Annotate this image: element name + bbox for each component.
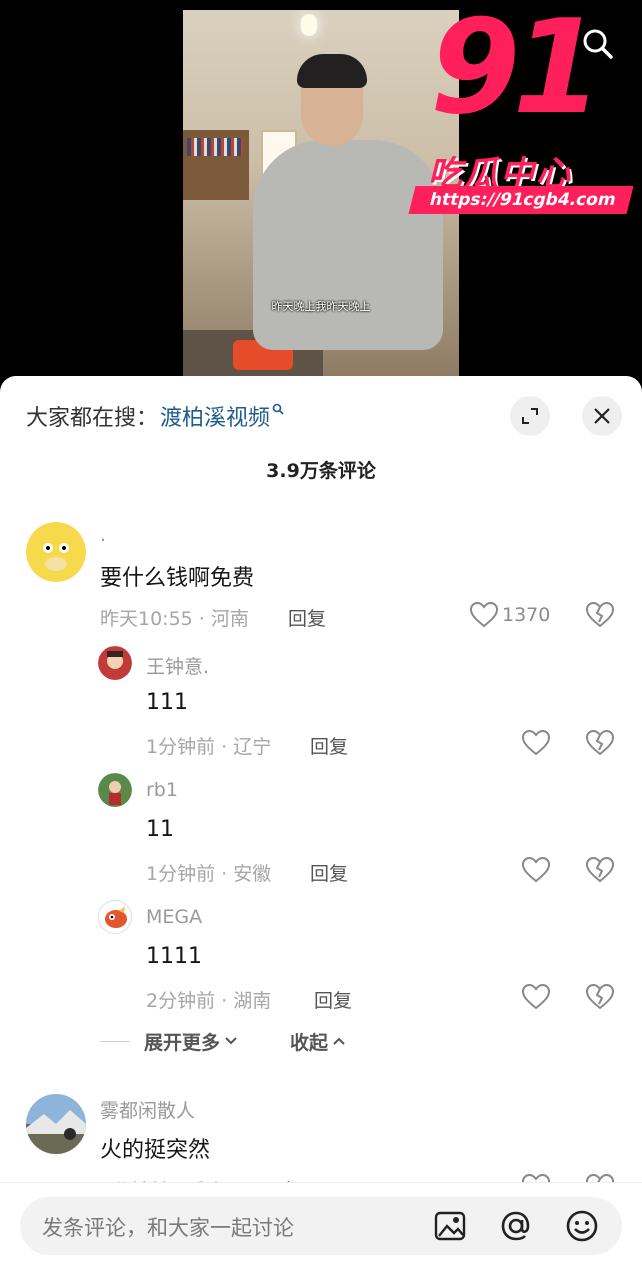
chevron-down-icon: [225, 1037, 237, 1045]
like-count: 1370: [502, 604, 551, 626]
comment-meta: 1分钟前 · 辽宁: [146, 736, 272, 758]
collapse-label: 收起: [290, 1031, 329, 1054]
close-button[interactable]: [582, 396, 622, 436]
comment-meta: 2分钟前 · 湖南: [146, 990, 272, 1012]
reply-button[interactable]: 回复: [310, 859, 348, 886]
at-icon[interactable]: [498, 1208, 534, 1244]
comment-count: 3.9万条评论: [266, 460, 376, 482]
avatar[interactable]: [26, 522, 86, 582]
comment-username[interactable]: 雾都闲散人: [100, 1096, 195, 1123]
comment-username[interactable]: MEGA: [146, 906, 202, 928]
comment-text: 111: [146, 690, 188, 715]
reply-button[interactable]: 回复: [314, 986, 352, 1013]
comment-meta: 1分钟前 · 安徽: [146, 863, 272, 885]
comment-input-placeholder: 发条评论，和大家一起讨论: [42, 1216, 294, 1240]
heart-icon[interactable]: [521, 983, 552, 1014]
comment-username[interactable]: rb1: [146, 779, 178, 801]
avatar[interactable]: [98, 646, 132, 680]
comment-input[interactable]: 发条评论，和大家一起讨论: [20, 1197, 622, 1255]
heart-icon[interactable]: [521, 729, 552, 760]
broken-heart-icon[interactable]: [585, 729, 616, 760]
comment-username[interactable]: 王钟意.: [146, 652, 209, 679]
reply-button[interactable]: 回复: [310, 732, 348, 759]
ceiling-light: [301, 14, 317, 36]
comment-meta: 昨天10:55 · 河南: [100, 608, 249, 630]
like-button[interactable]: 1370: [470, 602, 550, 628]
heart-icon: [470, 602, 498, 628]
reply-button[interactable]: 回复: [288, 604, 326, 631]
expand-more-button[interactable]: 展开更多: [144, 1028, 238, 1055]
broken-heart-icon[interactable]: [585, 983, 616, 1014]
expand-button[interactable]: [510, 396, 550, 436]
expand-icon: [522, 408, 538, 424]
small-search-icon: [272, 403, 284, 419]
comment-text: 要什么钱啊免费: [100, 566, 255, 591]
video-player[interactable]: 昨天晚上我昨天晚上 91 吃瓜中心 https://91cgb4.com: [0, 0, 642, 400]
broken-heart-icon[interactable]: [585, 856, 616, 887]
expand-more-label: 展开更多: [144, 1031, 221, 1054]
thread-controls: 展开更多 收起: [100, 1028, 346, 1054]
trending-search[interactable]: 大家都在搜： 渡柏溪视频: [26, 398, 284, 434]
avatar[interactable]: [98, 773, 132, 807]
comment-input-bar: 发条评论，和大家一起讨论: [0, 1182, 642, 1280]
avatar[interactable]: [98, 900, 132, 934]
comment-text: 11: [146, 817, 174, 842]
search-icon[interactable]: [578, 24, 618, 64]
thread-divider: [100, 1040, 130, 1042]
watermark-number: 91: [430, 0, 603, 143]
collapse-button[interactable]: 收起: [290, 1028, 346, 1055]
comment-sheet: 大家都在搜： 渡柏溪视频 3.9万条评论 . 要什么钱啊免费 昨天10:55 ·…: [0, 376, 642, 1280]
video-subtitle: 昨天晚上我昨天晚上: [271, 300, 371, 313]
bookshelf: [183, 130, 249, 200]
close-icon: [594, 408, 610, 424]
avatar[interactable]: [26, 1094, 86, 1154]
comment-text: 1111: [146, 944, 202, 969]
emoji-icon[interactable]: [564, 1208, 600, 1244]
chevron-up-icon: [333, 1037, 345, 1045]
comment-text: 火的挺突然: [100, 1138, 211, 1163]
heart-icon[interactable]: [521, 856, 552, 887]
comment-username[interactable]: .: [100, 524, 106, 546]
trending-search-term[interactable]: 渡柏溪视频: [160, 400, 270, 432]
watermark-url: https://91cgb4.com: [408, 186, 634, 214]
person-hair: [297, 54, 367, 88]
trending-search-prefix: 大家都在搜：: [26, 406, 159, 431]
broken-heart-icon[interactable]: [585, 601, 616, 632]
image-icon[interactable]: [432, 1208, 468, 1244]
